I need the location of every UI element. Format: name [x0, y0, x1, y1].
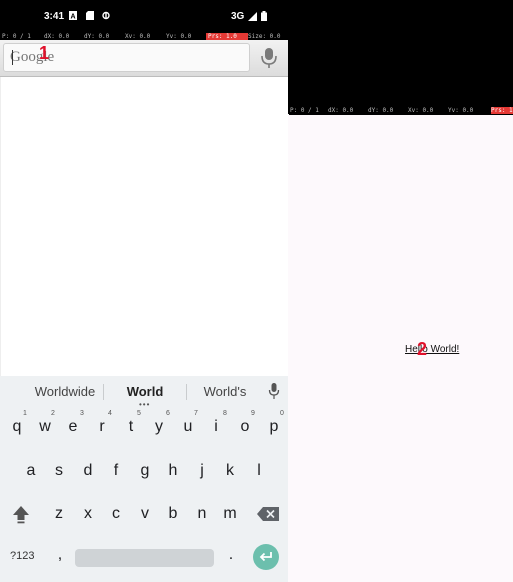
key-enter[interactable] — [253, 544, 279, 570]
debug-dx: dX: 0.0 — [44, 33, 70, 40]
key-m[interactable]: m — [219, 505, 241, 523]
key-hint: 7 — [194, 410, 198, 417]
key-f[interactable]: f — [105, 462, 127, 480]
debug-pointer: P: 0 / 1 — [2, 33, 31, 40]
key-g[interactable]: g — [134, 462, 156, 480]
status-bar: 3:41 A 3G — [0, 0, 288, 33]
battery-icon — [261, 11, 267, 21]
key-hint: 4 — [108, 410, 112, 417]
suggestion-more-dots: ••• — [139, 400, 151, 409]
mic-icon[interactable] — [254, 43, 284, 71]
key-hint: 9 — [251, 410, 255, 417]
key-z[interactable]: z — [48, 505, 70, 523]
key-b[interactable]: b — [162, 505, 184, 523]
key-n[interactable]: n — [191, 505, 213, 523]
key-d[interactable]: d — [77, 462, 99, 480]
key-p[interactable]: p — [263, 418, 285, 436]
key-h[interactable]: h — [162, 462, 184, 480]
svg-text:A: A — [70, 14, 75, 21]
suggestion-world[interactable]: World — [110, 384, 180, 399]
key-j[interactable]: j — [191, 462, 213, 480]
key-hint: 6 — [166, 410, 170, 417]
suggestion-divider — [186, 384, 187, 400]
key-c[interactable]: c — [105, 505, 127, 523]
key-w[interactable]: w — [34, 418, 56, 436]
hello-world-link[interactable]: Hello World! — [405, 344, 459, 355]
key-hint: 2 — [51, 410, 55, 417]
suggestion-worldwide[interactable]: Worldwide — [30, 384, 100, 399]
debug-xv: Xv: 0.0 — [408, 107, 434, 114]
left-content-area — [0, 77, 289, 376]
key-t[interactable]: t — [120, 418, 142, 436]
suggestion-divider — [103, 384, 104, 400]
sd-card-icon — [86, 11, 94, 20]
voice-input-icon[interactable] — [268, 383, 280, 400]
right-content-area — [288, 115, 513, 582]
key-r[interactable]: r — [91, 418, 113, 436]
sync-icon — [102, 11, 110, 20]
backspace-icon[interactable] — [257, 507, 279, 521]
marker-2: 2 — [417, 339, 428, 359]
key-space[interactable] — [75, 549, 214, 567]
status-time: 3:41 — [44, 11, 65, 22]
debug-dy: dY: 0.0 — [368, 107, 394, 114]
debug-yv: Yv: 0.0 — [448, 107, 474, 114]
network-type: 3G — [231, 11, 245, 22]
key-l[interactable]: l — [248, 462, 270, 480]
key-hint: 3 — [80, 410, 84, 417]
key-q[interactable]: q — [6, 418, 28, 436]
key-s[interactable]: s — [48, 462, 70, 480]
key-comma[interactable]: , — [49, 546, 71, 564]
left-phone-screen: 3:41 A 3G P: 0 / 1 dX: 0.0 dY: 0.0 Xv: 0… — [0, 0, 289, 582]
debug-xv: Xv: 0.0 — [125, 33, 151, 40]
debug-size: Size: 0.0 — [248, 33, 281, 40]
key-k[interactable]: k — [219, 462, 241, 480]
key-o[interactable]: o — [234, 418, 256, 436]
signal-icon — [248, 12, 257, 21]
soft-keyboard: Worldwide World World's ••• 1 2 3 4 5 6 … — [0, 376, 288, 582]
key-period[interactable]: . — [220, 546, 242, 564]
debug-pointer: P: 0 / 1 — [290, 107, 319, 114]
debug-dx: dX: 0.0 — [328, 107, 354, 114]
key-i[interactable]: i — [205, 418, 227, 436]
text-cursor — [12, 50, 13, 65]
a-icon: A — [69, 11, 77, 20]
debug-dy: dY: 0.0 — [84, 33, 110, 40]
key-symbols[interactable]: ?123 — [10, 550, 34, 562]
shift-icon[interactable] — [11, 504, 31, 524]
right-top-black-area — [288, 0, 513, 107]
suggestion-worlds[interactable]: World's — [190, 384, 260, 399]
debug-pressure: Prs: 1.0 — [491, 107, 513, 114]
key-x[interactable]: x — [77, 505, 99, 523]
key-a[interactable]: a — [20, 462, 42, 480]
enter-icon — [259, 552, 272, 562]
key-e[interactable]: e — [62, 418, 84, 436]
key-y[interactable]: y — [148, 418, 170, 436]
pointer-debug-bar: P: 0 / 1 dX: 0.0 dY: 0.0 Xv: 0.0 Yv: 0.0… — [0, 33, 288, 40]
suggestion-strip: Worldwide World World's ••• — [0, 376, 288, 409]
debug-pressure: Prs: 1.0 — [206, 33, 248, 40]
marker-1: 1 — [39, 43, 50, 63]
debug-yv: Yv: 0.0 — [166, 33, 192, 40]
pointer-debug-bar-right: P: 0 / 1 dX: 0.0 dY: 0.0 Xv: 0.0 Yv: 0.0… — [288, 107, 513, 114]
key-hint: 1 — [23, 410, 27, 417]
key-hint: 8 — [223, 410, 227, 417]
key-v[interactable]: v — [134, 505, 156, 523]
key-hint: 5 — [137, 410, 141, 417]
key-u[interactable]: u — [177, 418, 199, 436]
